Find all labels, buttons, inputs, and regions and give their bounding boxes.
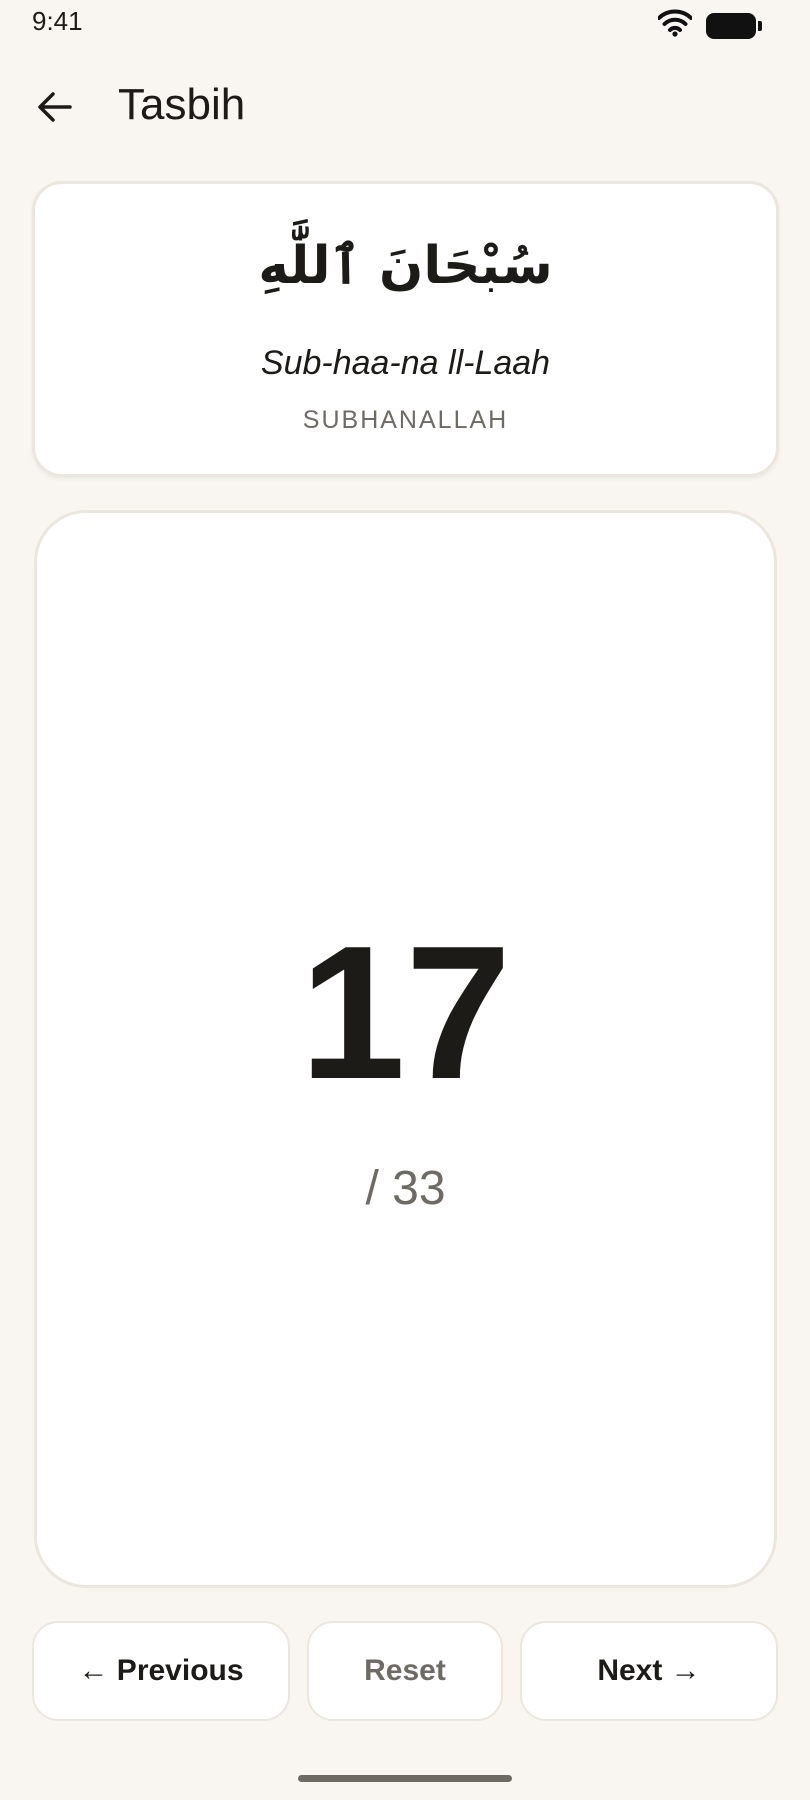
battery-icon — [706, 12, 762, 39]
dhikr-arabic-text: سُبْحَانَ ٱللَّٰهِ — [258, 236, 553, 296]
count-value: 17 — [299, 907, 512, 1119]
status-icons — [657, 9, 762, 42]
dhikr-name: SUBHANALLAH — [302, 406, 509, 434]
status-time: 9:41 — [32, 6, 83, 36]
app-bar: Tasbih — [0, 60, 810, 150]
counter-tap-area[interactable]: 17 / 33 — [34, 510, 777, 1588]
home-indicator[interactable] — [298, 1775, 512, 1782]
dhikr-transliteration: Sub-haa-na ll-Laah — [260, 344, 551, 382]
count-target: / 33 — [365, 1162, 446, 1215]
back-button[interactable] — [26, 80, 84, 138]
arrow-left-icon — [37, 89, 73, 130]
next-button[interactable]: Next → — [520, 1621, 778, 1721]
status-bar: 9:41 — [0, 0, 810, 46]
previous-button[interactable]: ← Previous — [32, 1621, 290, 1721]
page-title: Tasbih — [118, 80, 246, 129]
dhikr-card: سُبْحَانَ ٱللَّٰهِ Sub-haa-na ll-Laah SU… — [32, 181, 779, 477]
wifi-icon — [657, 9, 693, 42]
reset-button[interactable]: Reset — [307, 1621, 503, 1721]
